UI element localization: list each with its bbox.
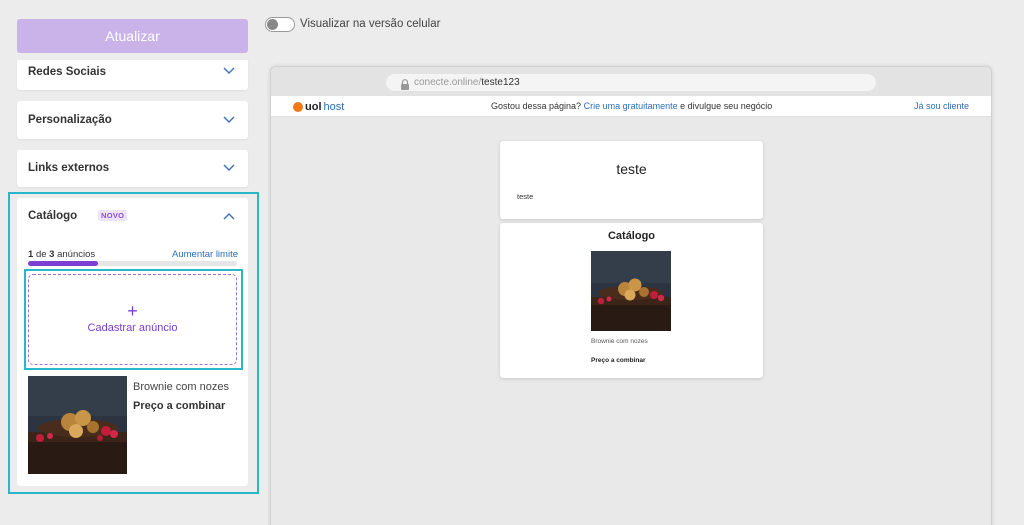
accordion-title: Personalização bbox=[28, 114, 112, 126]
catalog-title: Catálogo bbox=[28, 210, 78, 222]
site-description: teste bbox=[517, 192, 534, 201]
browser-preview: conecte.online/teste123 uol host Gostou … bbox=[270, 66, 992, 525]
ads-count-total: 3 bbox=[49, 249, 55, 260]
mobile-view-label: Visualizar na versão celular bbox=[300, 18, 441, 30]
site-catalog-item-image[interactable] bbox=[591, 251, 671, 331]
new-badge: NOVO bbox=[98, 210, 128, 221]
address-bar: conecte.online/teste123 bbox=[386, 74, 876, 91]
add-ad-label: Cadastrar anúncio bbox=[87, 322, 178, 334]
catalog-item-price: Preço a combinar bbox=[133, 400, 226, 412]
uol-brand: uol bbox=[305, 101, 322, 113]
accordion-title: Redes Sociais bbox=[28, 66, 106, 78]
accordion-title: Links externos bbox=[28, 162, 110, 174]
increase-limit-link[interactable]: Aumentar limite bbox=[172, 249, 238, 260]
catalog-item-image[interactable] bbox=[28, 376, 127, 474]
chevron-down-icon[interactable] bbox=[223, 67, 235, 75]
toggle-knob bbox=[267, 19, 278, 30]
accordion-external-links[interactable]: Links externos bbox=[17, 150, 248, 187]
ads-count-unit: anúncios bbox=[57, 249, 96, 260]
site-catalog-item-name[interactable]: Brownie com nozes bbox=[591, 338, 648, 345]
already-client-link[interactable]: Já sou cliente bbox=[914, 101, 969, 111]
url-domain: conecte.online/ bbox=[414, 77, 482, 88]
url-text: conecte.online/teste123 bbox=[414, 77, 520, 88]
update-button[interactable]: Atualizar bbox=[17, 19, 248, 53]
site-catalog-card: Catálogo Brownie com nozes Preço a combi… bbox=[500, 223, 763, 378]
accordion-personalization[interactable]: Personalização bbox=[17, 101, 248, 139]
uolhost-logo[interactable]: uol host bbox=[293, 101, 344, 113]
chevron-up-icon[interactable] bbox=[223, 212, 235, 220]
banner-message: Gostou dessa página? Crie uma gratuitame… bbox=[491, 101, 772, 111]
site-title: teste bbox=[616, 161, 647, 177]
uol-logo-icon bbox=[293, 102, 303, 112]
add-ad-button[interactable]: + Cadastrar anúncio bbox=[28, 274, 237, 365]
ads-usage-fill bbox=[28, 261, 98, 266]
site-header-card: teste teste bbox=[500, 141, 763, 219]
accordion-social-networks[interactable]: Redes Sociais bbox=[17, 60, 248, 90]
browser-toolbar: conecte.online/teste123 bbox=[271, 67, 991, 96]
banner-message-suffix: e divulgue seu negócio bbox=[680, 101, 773, 111]
host-brand: host bbox=[323, 101, 345, 113]
ads-usage-bar bbox=[28, 261, 237, 266]
mobile-view-toggle[interactable] bbox=[265, 17, 295, 32]
site-catalog-item-price: Preço a combinar bbox=[591, 357, 646, 364]
url-path: teste123 bbox=[481, 77, 520, 88]
catalog-item-name[interactable]: Brownie com nozes bbox=[133, 381, 229, 393]
ads-count: 1 de 3 anúncios bbox=[28, 249, 95, 260]
uolhost-banner: uol host Gostou dessa página? Crie uma g… bbox=[271, 96, 991, 117]
ads-count-of: de bbox=[35, 249, 47, 260]
banner-message-prefix: Gostou dessa página? bbox=[491, 101, 582, 111]
editor-sidebar: Atualizar Redes Sociais Personalização L… bbox=[0, 0, 265, 525]
plus-icon: + bbox=[127, 301, 138, 321]
site-catalog-title: Catálogo bbox=[607, 230, 656, 242]
create-free-link[interactable]: Crie uma gratuitamente bbox=[584, 101, 678, 111]
ads-count-current: 1 bbox=[28, 249, 34, 260]
chevron-down-icon[interactable] bbox=[223, 116, 235, 124]
lock-icon bbox=[400, 77, 410, 90]
chevron-down-icon[interactable] bbox=[223, 164, 235, 172]
